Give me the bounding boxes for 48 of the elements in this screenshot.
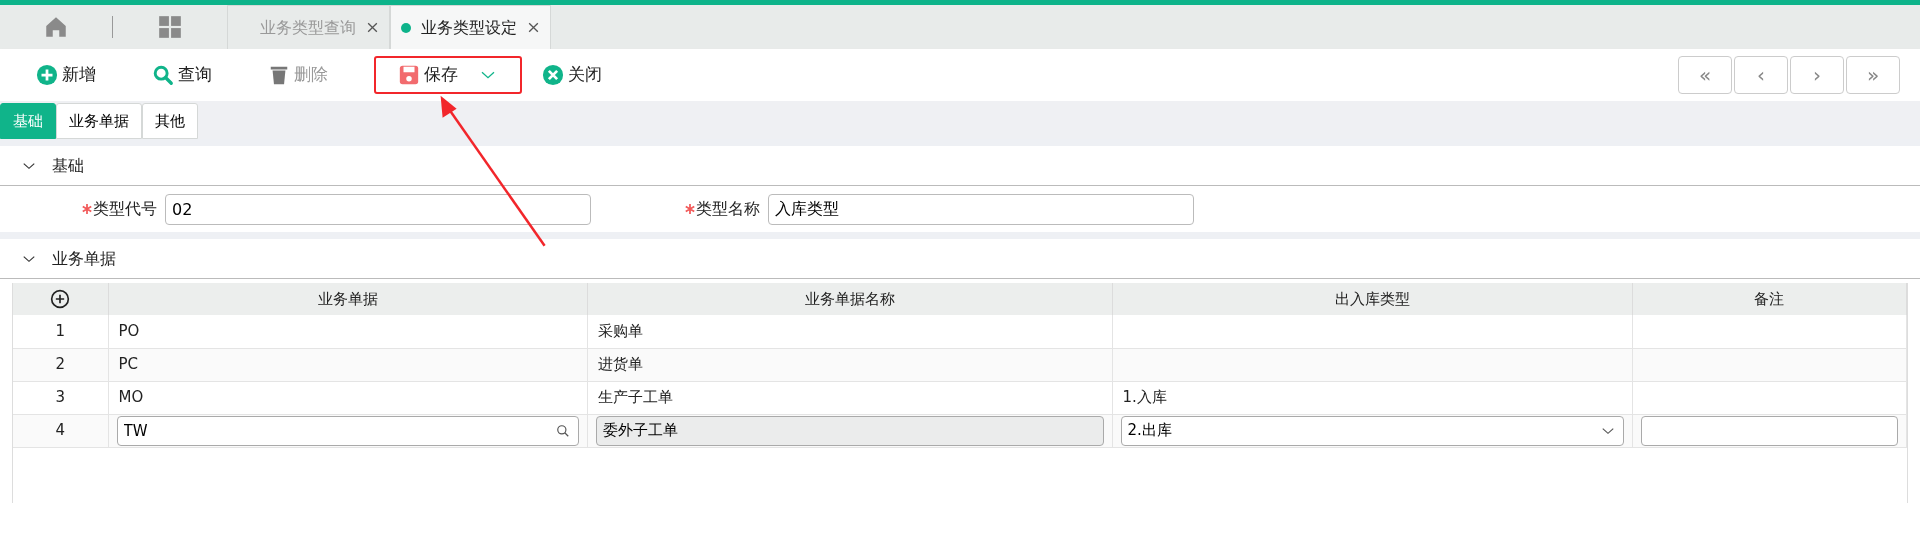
section-title: 业务单据 [52,247,116,270]
sub-tab[interactable]: 业务单据 [56,103,142,139]
row-number: 4 [13,414,108,447]
input-field[interactable] [1640,415,1898,446]
close-icon [542,64,564,86]
search-icon [152,64,174,86]
column-header: 备注 [1632,283,1907,315]
row-number: 2 [13,348,108,381]
close-icon[interactable] [527,21,540,34]
table-cell: 生产子工单 [587,381,1112,414]
add-icon [36,64,58,86]
column-header: 出入库类型 [1112,283,1632,315]
active-dot [401,22,411,33]
pager-button[interactable]: › [1790,56,1844,94]
field-label: 类型代号 [93,198,157,220]
toolbar-button[interactable]: 关闭 [532,56,612,94]
table-cell: 进货单 [587,348,1112,381]
input-field[interactable]: 委外子工单 [595,415,1104,446]
table-cell: PO [108,315,587,348]
table-cell: MO [108,381,587,414]
close-icon[interactable] [366,21,379,34]
table-cell: 1.入库 [1112,381,1632,414]
column-header: 业务单据 [108,283,587,315]
pager-button[interactable]: « [1678,56,1732,94]
trash-icon [268,64,290,86]
row-number: 1 [13,315,108,348]
pager-button[interactable]: ‹ [1734,56,1788,94]
dropdown-field[interactable]: 2.出库 [1120,415,1624,446]
input-field[interactable]: 入库类型 [768,193,1194,225]
page-tab[interactable]: 业务类型设定 [390,5,551,49]
add-row-icon[interactable] [50,289,71,310]
input-field[interactable]: 02 [165,193,591,225]
section-title: 基础 [52,154,84,177]
toolbar-button[interactable]: 保存 [374,56,522,94]
row-number: 3 [13,381,108,414]
column-header: 业务单据名称 [587,283,1112,315]
input-field[interactable]: TW [116,415,579,446]
grid-icon[interactable] [157,14,183,40]
tab-label: 业务类型设定 [421,16,517,39]
pager-button[interactable]: » [1846,56,1900,94]
toolbar-button[interactable]: 新增 [26,56,106,94]
toolbar-button[interactable]: 查询 [142,56,222,94]
table-cell: PC [108,348,587,381]
tab-label: 业务类型查询 [260,16,356,39]
table-cell: 采购单 [587,315,1112,348]
sub-tab[interactable]: 其他 [142,103,198,139]
search-icon [555,423,570,438]
field-label: 类型名称 [696,198,760,220]
